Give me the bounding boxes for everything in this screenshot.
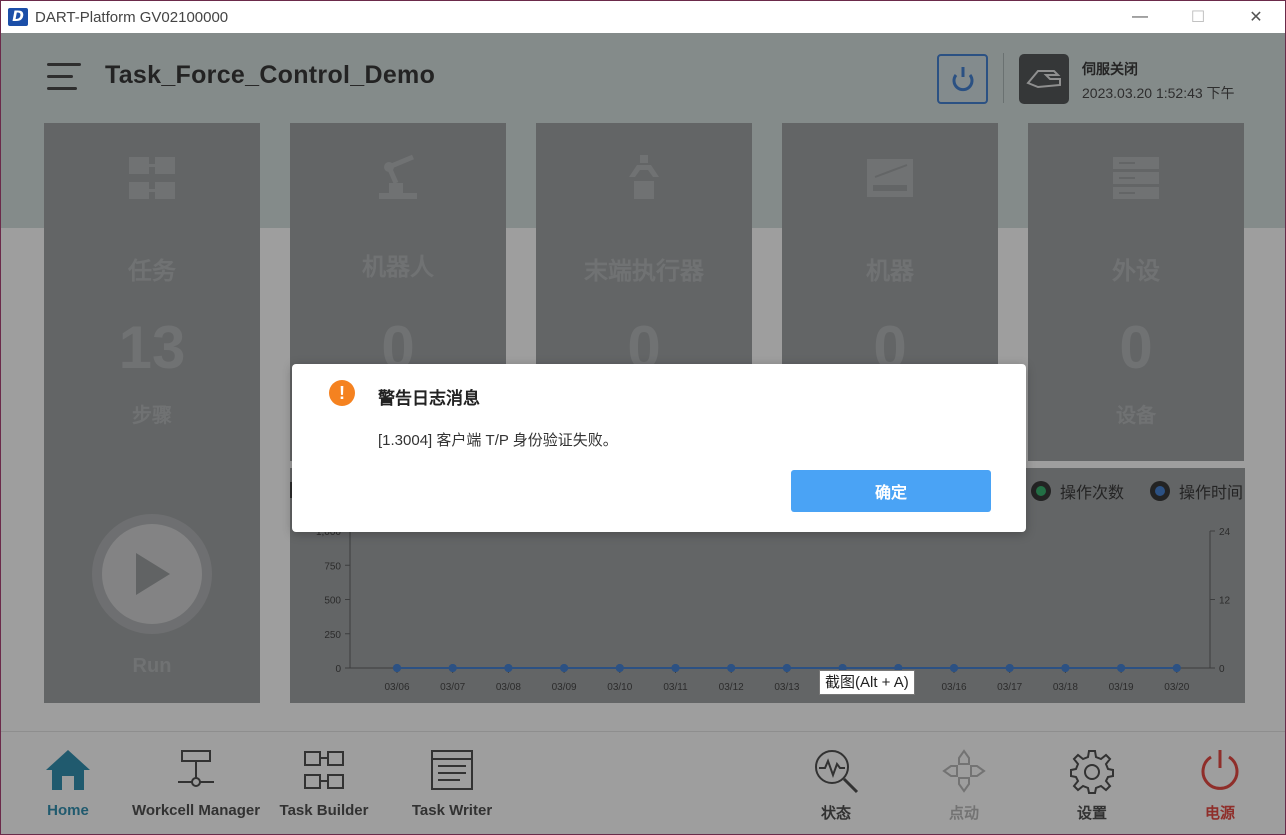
title-bar: D DART-Platform GV02100000 — ☐ ✕	[1, 1, 1285, 33]
maximize-button[interactable]: ☐	[1169, 1, 1227, 33]
dialog-title: 警告日志消息	[378, 389, 480, 408]
screenshot-tooltip: 截图(Alt + A)	[819, 670, 915, 695]
window-title: DART-Platform GV02100000	[35, 8, 229, 26]
app-logo: D	[8, 8, 28, 26]
warning-dialog: ! 警告日志消息 [1.3004] 客户端 T/P 身份验证失败。 确定	[292, 364, 1026, 532]
app-window: D DART-Platform GV02100000 — ☐ ✕ Task_Fo…	[0, 0, 1286, 835]
window-controls: — ☐ ✕	[1111, 1, 1285, 33]
warning-icon: !	[329, 380, 355, 406]
close-button[interactable]: ✕	[1227, 1, 1285, 33]
confirm-button[interactable]: 确定	[791, 470, 991, 512]
minimize-button[interactable]: —	[1111, 1, 1169, 33]
dialog-message: [1.3004] 客户端 T/P 身份验证失败。	[378, 432, 618, 449]
